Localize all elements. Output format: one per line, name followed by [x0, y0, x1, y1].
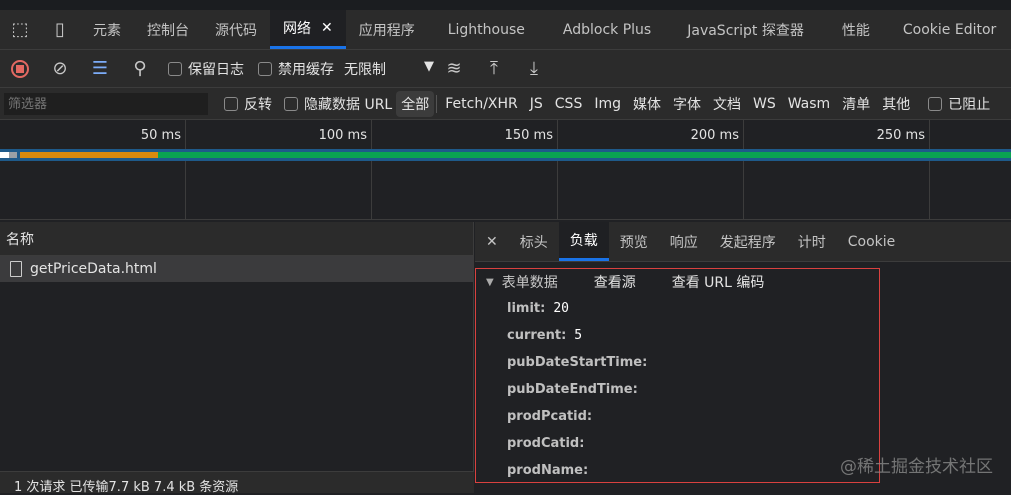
invert-label: 反转: [244, 96, 272, 113]
hide-data-url-label: 隐藏数据 URL: [304, 96, 393, 113]
network-toolbar: ⊘ ☰ ⚲ 保留日志 禁用缓存 无限制 ▼ ≋ ⤒ ⤓: [0, 50, 1011, 88]
form-field-row: pubDateEndTime:: [476, 376, 879, 403]
divider: [436, 94, 438, 113]
view-source-button[interactable]: 查看源: [594, 272, 636, 292]
filter-type-css[interactable]: CSS: [549, 96, 589, 112]
hide-data-url-checkbox[interactable]: [284, 96, 298, 111]
throttle-select[interactable]: 无限制 ▼: [344, 59, 434, 79]
form-data-section: ▼ 表单数据 查看源 查看 URL 编码 limit: 20 current: 5 pu…: [475, 268, 880, 483]
tab-headers[interactable]: 标头: [509, 222, 559, 261]
chevron-down-icon: ▼: [424, 58, 434, 74]
tab-initiator[interactable]: 发起程序: [709, 222, 787, 261]
form-field-row: prodPcatid:: [476, 403, 879, 430]
timeline-tick: 100 ms: [186, 120, 372, 220]
clear-icon[interactable]: ⊘: [40, 58, 80, 79]
download-har-icon[interactable]: ⤓: [514, 58, 554, 79]
filter-type-js[interactable]: JS: [524, 96, 549, 112]
tab-console[interactable]: 控制台: [134, 10, 202, 49]
field-key: prodCatid:: [507, 436, 585, 451]
device-toolbar-icon[interactable]: ▯: [40, 19, 80, 40]
blocked-checkbox[interactable]: [928, 96, 943, 111]
tab-js-profiler[interactable]: JavaScript 探查器: [669, 10, 822, 49]
tab-network[interactable]: 网络 ✕: [270, 10, 346, 49]
tab-adblock-plus[interactable]: Adblock Plus: [545, 10, 669, 49]
network-conditions-icon[interactable]: ≋: [434, 58, 474, 79]
column-header-name[interactable]: 名称: [0, 222, 473, 256]
filter-type-all[interactable]: 全部: [396, 90, 435, 117]
tab-response[interactable]: 响应: [659, 222, 709, 261]
filter-type-fetch-xhr[interactable]: Fetch/XHR: [439, 96, 524, 112]
close-detail-icon[interactable]: ✕: [475, 222, 509, 261]
tab-sources[interactable]: 源代码: [202, 10, 270, 49]
tab-network-label: 网络: [283, 21, 311, 37]
field-key: pubDateStartTime:: [507, 355, 648, 370]
filter-type-img[interactable]: Img: [588, 96, 627, 112]
request-name: getPriceData.html: [30, 261, 157, 277]
form-field-row: limit: 20: [476, 295, 879, 322]
timeline-tick: 200 ms: [558, 120, 744, 220]
request-detail-panel: ✕ 标头 负载 预览 响应 发起程序 计时 Cookie ▼ 表单数据 查看源 …: [475, 222, 1011, 493]
collapse-triangle-icon[interactable]: ▼: [486, 277, 494, 288]
request-list: 名称 getPriceData.html 1 次请求 已传输7.7 kB 7.4…: [0, 222, 474, 495]
timeline-tick: 250 ms: [744, 120, 930, 220]
timeline-tick: 50 ms: [0, 120, 186, 220]
devtools-tabs: ⬚ ▯ 元素 控制台 源代码 网络 ✕ 应用程序 Lighthouse Adblo…: [0, 10, 1011, 50]
tab-lighthouse[interactable]: Lighthouse: [428, 10, 545, 49]
filter-bar: 反转 隐藏数据 URL 全部 Fetch/XHR JS CSS Img 媒体 字…: [0, 88, 1011, 120]
form-field-row: prodCatid:: [476, 430, 879, 457]
preserve-log-label: 保留日志: [188, 61, 244, 78]
tab-application[interactable]: 应用程序: [346, 10, 428, 49]
filter-type-doc[interactable]: 文档: [707, 94, 747, 114]
tab-payload[interactable]: 负载: [558, 222, 609, 261]
tab-performance[interactable]: 性能: [822, 10, 890, 49]
timeline-tick: 150 ms: [372, 120, 558, 220]
close-icon[interactable]: ✕: [321, 20, 333, 36]
field-key: limit:: [507, 301, 546, 316]
disable-cache-checkbox[interactable]: [258, 61, 272, 76]
filter-icon[interactable]: ☰: [80, 58, 120, 79]
field-key: prodName:: [507, 463, 589, 478]
status-bar: 1 次请求 已传输7.7 kB 7.4 kB 条资源: [0, 471, 474, 495]
form-field-row: current: 5: [476, 322, 879, 349]
record-stop-icon[interactable]: [0, 59, 40, 78]
filter-type-media[interactable]: 媒体: [627, 94, 667, 114]
tab-timing[interactable]: 计时: [787, 222, 837, 261]
filter-type-other[interactable]: 其他: [876, 94, 916, 114]
filter-type-manifest[interactable]: 清单: [836, 94, 876, 114]
field-value: 5: [574, 328, 583, 343]
document-icon: [10, 261, 22, 277]
tab-preview[interactable]: 预览: [609, 222, 659, 261]
inspect-element-icon[interactable]: ⬚: [0, 19, 40, 40]
field-key: current:: [507, 328, 567, 343]
form-field-row: prodName:: [476, 457, 879, 484]
field-value: 20: [553, 301, 569, 316]
field-key: pubDateEndTime:: [507, 382, 638, 397]
search-icon[interactable]: ⚲: [120, 58, 160, 79]
disable-cache-label: 禁用缓存: [278, 61, 334, 78]
filter-type-wasm[interactable]: Wasm: [782, 96, 836, 112]
table-row[interactable]: getPriceData.html: [0, 256, 473, 282]
field-key: prodPcatid:: [507, 409, 593, 424]
filter-type-font[interactable]: 字体: [667, 94, 707, 114]
preserve-log-checkbox[interactable]: [168, 61, 182, 76]
form-field-row: pubDateStartTime:: [476, 349, 879, 376]
throttle-value: 无限制: [344, 61, 386, 78]
view-url-encoded-button[interactable]: 查看 URL 编码: [672, 272, 765, 292]
watermark: @稀土掘金技术社区: [840, 457, 993, 477]
upload-har-icon[interactable]: ⤒: [474, 58, 514, 79]
filter-type-ws[interactable]: WS: [747, 96, 782, 112]
window-top-bar: [0, 0, 1011, 10]
filter-input[interactable]: [4, 92, 208, 115]
blocked-label: 已阻止: [948, 96, 991, 113]
tab-elements[interactable]: 元素: [80, 10, 134, 49]
timeline-bar: [0, 149, 1011, 161]
invert-checkbox[interactable]: [224, 96, 238, 111]
timeline-overview[interactable]: 50 ms 100 ms 150 ms 200 ms 250 ms: [0, 120, 1011, 220]
tab-cookies[interactable]: Cookie: [837, 222, 907, 261]
tab-cookie-editor[interactable]: Cookie Editor: [890, 10, 1009, 49]
section-title[interactable]: 表单数据: [502, 272, 558, 292]
